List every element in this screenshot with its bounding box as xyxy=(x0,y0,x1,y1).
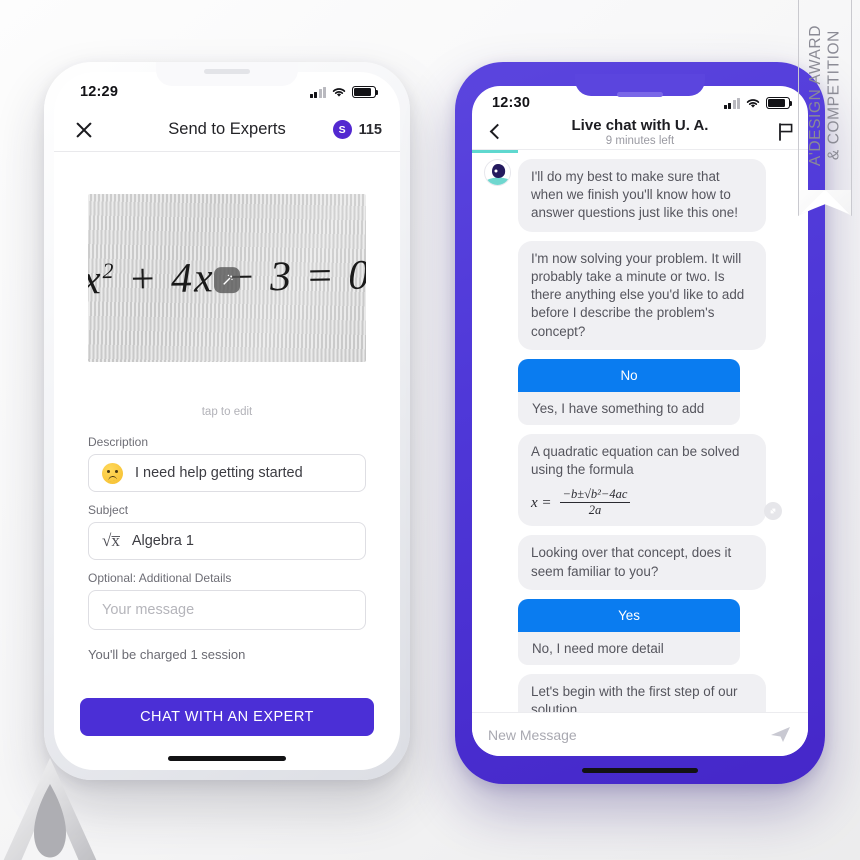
right-screen: 12:30 Live chat with U. A. 9 minutes lef… xyxy=(472,86,808,756)
home-indicator-outer xyxy=(582,768,698,773)
magic-wand-icon[interactable] xyxy=(214,267,240,294)
notch xyxy=(575,74,705,97)
quick-reply-alternative[interactable]: No, I need more detail xyxy=(518,631,740,665)
formula-lhs: x = xyxy=(531,494,552,511)
expert-avatar-icon xyxy=(484,159,511,186)
credit-count: 115 xyxy=(358,121,382,138)
problem-photo[interactable]: x2 + 4x − 3 = 0 xyxy=(88,194,366,362)
phone-left-send-to-experts: 12:29 Send to Experts S 115 x2 + 4x − 3 … xyxy=(44,62,410,780)
description-value: I need help getting started xyxy=(135,465,303,481)
sad-face-emoji-icon xyxy=(102,462,123,484)
credit-badge-icon: S xyxy=(332,120,352,139)
message-bubble: Looking over that concept, does it seem … xyxy=(518,535,766,590)
notch xyxy=(156,62,298,86)
charge-note: You'll be charged 1 session xyxy=(88,647,246,662)
wifi-icon xyxy=(746,99,760,108)
message-bubble: Let's begin with the first step of our s… xyxy=(518,673,766,712)
battery-icon xyxy=(352,86,379,98)
credit-balance[interactable]: S 115 xyxy=(332,120,382,139)
subject-value: Algebra 1 xyxy=(131,533,194,549)
chat-app-bar: Live chat with U. A. 9 minutes left xyxy=(472,117,808,150)
description-label: Description xyxy=(88,435,149,449)
square-root-icon: √x̅ xyxy=(102,531,120,550)
signal-bars-icon xyxy=(723,97,740,109)
left-app-bar: Send to Experts S 115 xyxy=(54,108,400,152)
signal-bars-icon xyxy=(309,86,326,98)
subject-field[interactable]: √x̅ Algebra 1 xyxy=(88,522,366,560)
ribbon-notch xyxy=(798,190,852,216)
quick-reply-selected[interactable]: No xyxy=(518,358,740,392)
a-design-award-ribbon: A'DESIGN AWARD & COMPETITION xyxy=(798,0,852,216)
chat-thread[interactable]: I'll do my best to make sure that when w… xyxy=(472,153,808,712)
message-composer: New Message xyxy=(472,712,808,756)
chat-title: Live chat with U. A. xyxy=(571,117,709,134)
speaker-icon xyxy=(617,92,663,97)
ribbon-label: A'DESIGN AWARD & COMPETITION xyxy=(806,25,842,167)
subject-label: Subject xyxy=(88,503,129,517)
additional-details-placeholder: Your message xyxy=(102,602,195,618)
battery-icon xyxy=(766,97,793,109)
close-icon[interactable] xyxy=(72,118,96,142)
message-bubble: I'll do my best to make sure that when w… xyxy=(518,159,766,232)
chat-time-remaining: 9 minutes left xyxy=(605,135,675,147)
speaker-icon xyxy=(204,69,250,74)
send-paper-plane-icon[interactable] xyxy=(770,725,792,745)
formula-numerator: −b±√b²−4ac xyxy=(559,488,631,504)
home-indicator xyxy=(168,756,286,761)
chat-with-expert-button[interactable]: CHAT WITH AN EXPERT xyxy=(80,698,374,736)
status-time: 12:30 xyxy=(492,95,531,111)
formula-intro-text: A quadratic equation can be solved using… xyxy=(531,443,740,477)
chevron-left-icon[interactable] xyxy=(486,122,506,142)
formula-denominator: 2a xyxy=(588,503,602,518)
tap-to-edit-caption: tap to edit xyxy=(201,406,253,418)
status-time: 12:29 xyxy=(80,84,119,100)
a-design-award-logo xyxy=(3,758,97,860)
wifi-icon xyxy=(332,88,346,97)
expand-icon[interactable] xyxy=(764,502,782,521)
quick-reply-alternative[interactable]: Yes, I have something to add xyxy=(518,391,740,425)
phone-right-live-chat: 12:30 Live chat with U. A. 9 minutes lef… xyxy=(455,62,825,784)
quick-reply-group: No Yes, I have something to add xyxy=(518,358,740,425)
quick-reply-group: Yes No, I need more detail xyxy=(518,598,740,665)
flag-icon[interactable] xyxy=(778,123,794,141)
additional-details-label: Optional: Additional Details xyxy=(88,571,232,585)
quick-reply-selected[interactable]: Yes xyxy=(518,598,740,632)
message-bubble: I'm now solving your problem. It will pr… xyxy=(518,240,766,350)
send-to-experts-form: Description I need help getting started … xyxy=(54,418,400,630)
formula-message-bubble: A quadratic equation can be solved using… xyxy=(518,433,782,527)
left-screen: 12:29 Send to Experts S 115 x2 + 4x − 3 … xyxy=(54,72,400,770)
problem-photo-section: x2 + 4x − 3 = 0 tap to edit xyxy=(54,152,400,418)
message-row: I'll do my best to make sure that when w… xyxy=(484,159,796,232)
additional-details-field[interactable]: Your message xyxy=(88,590,366,630)
description-field[interactable]: I need help getting started xyxy=(88,454,366,492)
new-message-input[interactable]: New Message xyxy=(488,727,762,743)
quadratic-formula: x = −b±√b²−4ac 2a xyxy=(531,488,753,517)
